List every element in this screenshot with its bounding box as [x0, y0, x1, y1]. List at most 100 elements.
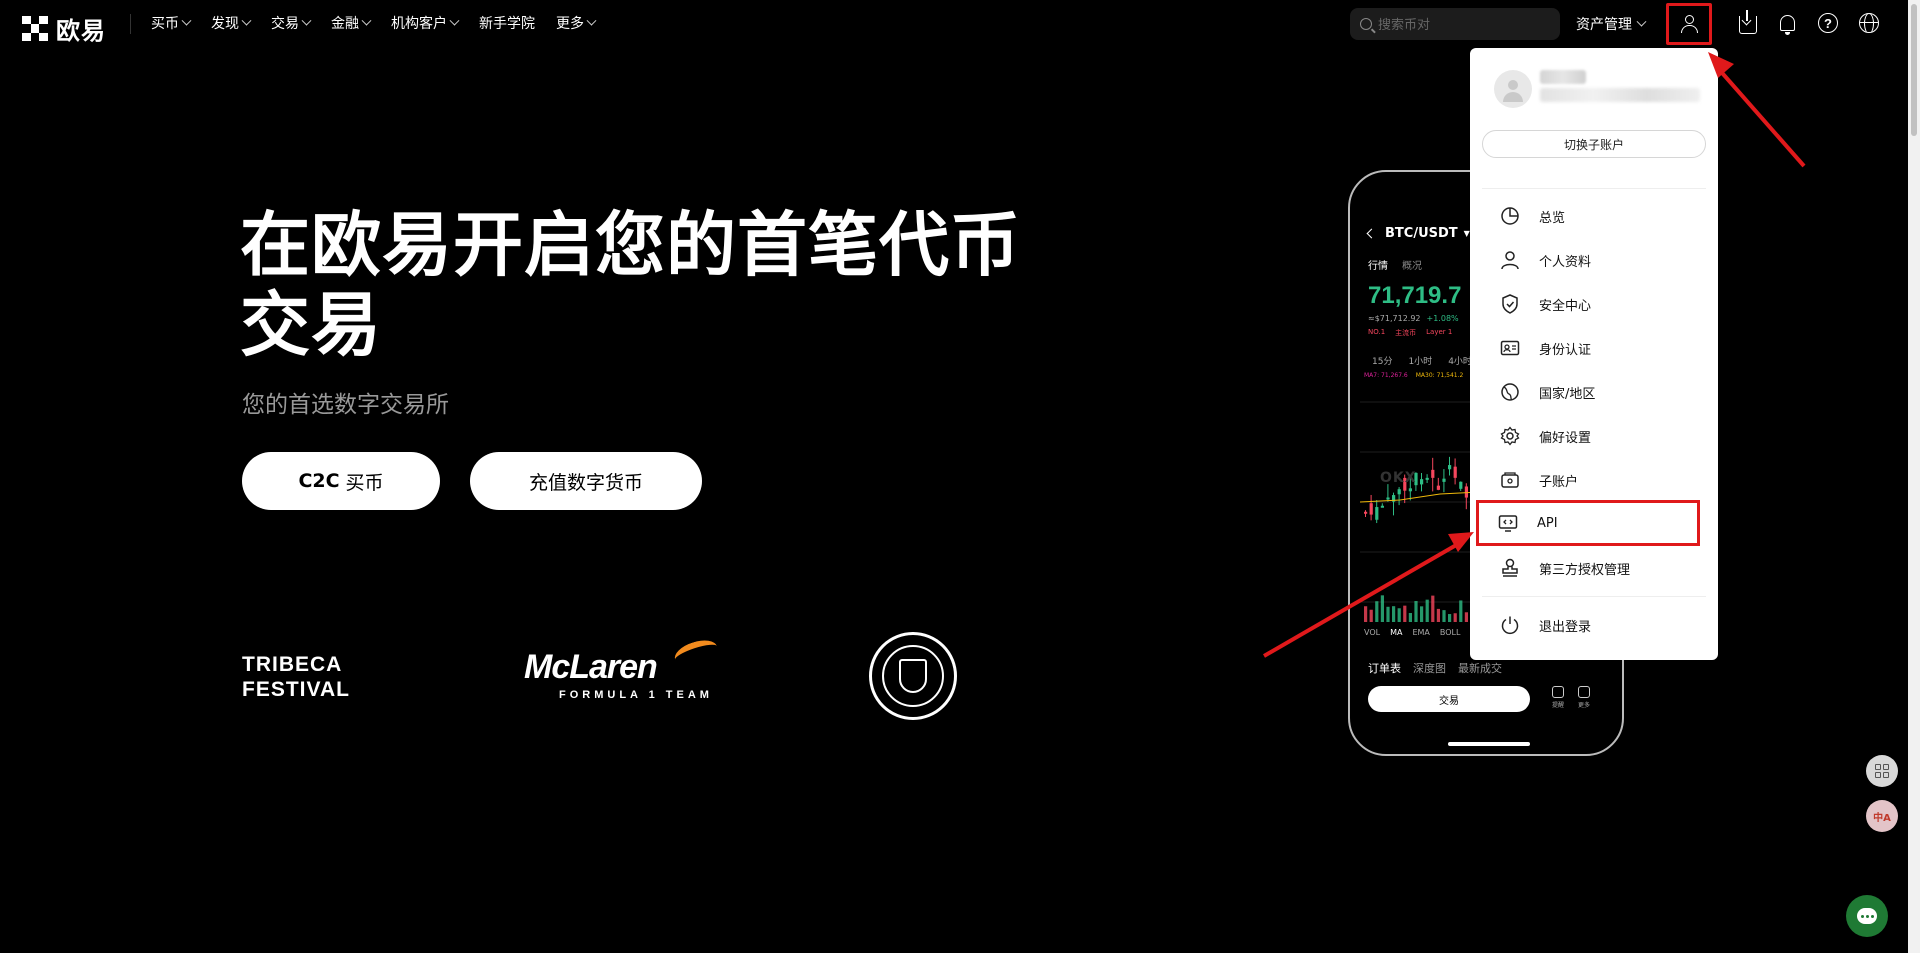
page-scrollbar[interactable]: [1908, 0, 1920, 953]
home-indicator: [1448, 742, 1530, 746]
switch-sub-account-button[interactable]: 切换子账户: [1482, 130, 1706, 158]
help-button[interactable]: ?: [1814, 9, 1842, 37]
asset-management-label: 资产管理: [1576, 17, 1632, 33]
volume-bar: [1369, 609, 1373, 622]
avatar: [1494, 70, 1532, 108]
deposit-crypto-button[interactable]: 充值数字货币: [470, 452, 702, 510]
code-icon: [1497, 512, 1519, 534]
menu-item-api[interactable]: API: [1476, 500, 1700, 546]
volume-bar: [1464, 612, 1468, 622]
search-icon: [1360, 18, 1372, 30]
candle-body: [1369, 503, 1373, 515]
tag: NO.1: [1368, 328, 1386, 336]
menu-item-preferences[interactable]: 偏好设置: [1482, 418, 1706, 454]
mclaren-subtitle: FORMULA 1 TEAM: [559, 689, 713, 701]
download-button[interactable]: [1734, 9, 1762, 37]
menu-item-label: API: [1537, 515, 1558, 531]
menu-item-region[interactable]: 国家/地区: [1482, 374, 1706, 410]
menu-item-security[interactable]: 安全中心: [1482, 286, 1706, 322]
grid-plus-icon: [1875, 764, 1889, 778]
interval: 4小时: [1448, 357, 1472, 367]
volume-bar: [1397, 608, 1401, 622]
tribeca-line-1: TRIBECA: [242, 653, 343, 676]
c2c-buy-button[interactable]: C2C 买币: [242, 452, 440, 510]
nav-item-discover[interactable]: 发现: [211, 13, 252, 33]
fiat-price: ≈$71,712.92: [1368, 314, 1421, 323]
nav-item-label: 交易: [271, 16, 299, 32]
menu-item-label: 国家/地区: [1539, 386, 1596, 402]
interval: 15分: [1372, 357, 1393, 367]
candle-body: [1442, 478, 1446, 482]
menu-item-label: 第三方授权管理: [1539, 562, 1631, 578]
manchester-city-crest: [869, 632, 957, 720]
volume-bar: [1386, 606, 1390, 622]
okx-logo[interactable]: 欧易: [22, 11, 106, 46]
phone-indicators: VOL MA EMA BOLL: [1364, 628, 1460, 637]
indicator: EMA: [1412, 628, 1430, 637]
top-nav: 欧易 买币 发现 交易 金融 机构客户 新手学院 更多 资产管理: [0, 0, 1920, 46]
menu-item-logout[interactable]: 退出登录: [1482, 607, 1706, 643]
download-icon: [1739, 10, 1757, 34]
volume-bar: [1431, 595, 1435, 622]
okx-logo-icon: [22, 15, 48, 42]
phone-more: 更多: [1574, 686, 1594, 709]
volume-bar: [1453, 613, 1457, 622]
back-arrow-icon: [1366, 228, 1377, 239]
menu-item-label: 个人资料: [1539, 254, 1592, 270]
phone-pair-header: BTC/USDT ▼: [1366, 226, 1470, 241]
menu-item-label: 退出登录: [1539, 619, 1592, 635]
chevron-down-icon: [586, 15, 597, 26]
search-input[interactable]: [1378, 16, 1548, 32]
notifications-button[interactable]: [1773, 9, 1801, 37]
indicator: VOL: [1364, 628, 1381, 637]
language-button[interactable]: [1855, 9, 1883, 37]
phone-alert: 提醒: [1548, 686, 1568, 709]
nav-item-institutional[interactable]: 机构客户: [391, 13, 460, 33]
chevron-down-icon: [301, 15, 312, 26]
interval: 1小时: [1408, 357, 1433, 367]
apps-float-button[interactable]: [1866, 755, 1898, 787]
nav-item-label: 发现: [211, 16, 239, 32]
caret-down-icon: ▼: [1463, 229, 1470, 238]
scrollbar-thumb[interactable]: [1911, 4, 1917, 136]
hero-subtitle: 您的首选数字交易所: [242, 392, 449, 418]
nav-item-academy[interactable]: 新手学院: [479, 13, 535, 33]
mini-label: 更多: [1577, 702, 1590, 709]
menu-item-identity-verification[interactable]: 身份认证: [1482, 330, 1706, 366]
main-menu: 买币 发现 交易 金融 机构客户 新手学院 更多: [151, 0, 616, 46]
nav-item-buy-crypto[interactable]: 买币: [151, 13, 192, 33]
menu-item-label: 安全中心: [1539, 298, 1592, 314]
asset-management-menu[interactable]: 资产管理: [1576, 14, 1647, 34]
tribeca-festival-logo: TRIBECA FESTIVAL: [242, 652, 350, 702]
logo-text: 欧易: [56, 17, 106, 45]
globe-icon: [1859, 13, 1879, 33]
nav-item-more[interactable]: 更多: [556, 13, 597, 33]
nav-item-label: 新手学院: [479, 16, 535, 32]
candle-body: [1448, 465, 1452, 470]
phone-fiat-row: ≈$71,712.92 +1.08%: [1368, 314, 1459, 323]
menu-item-third-party-auth[interactable]: 第三方授权管理: [1482, 550, 1706, 586]
volume-bar: [1420, 606, 1424, 622]
candle-body: [1436, 485, 1440, 490]
tribeca-line-2: FESTIVAL: [242, 678, 350, 701]
partner-logos: TRIBECA FESTIVAL McLaren FORMULA 1 TEAM: [242, 630, 982, 720]
support-chat-button[interactable]: [1846, 895, 1888, 937]
volume-bar: [1375, 601, 1379, 622]
divider: [1482, 596, 1706, 597]
menu-item-profile[interactable]: 个人资料: [1482, 242, 1706, 278]
candle-body: [1453, 466, 1457, 478]
language-float-button[interactable]: 中A: [1866, 800, 1898, 832]
candle-body: [1386, 497, 1390, 500]
nav-item-trade[interactable]: 交易: [271, 13, 312, 33]
blurred-username: [1540, 70, 1586, 84]
user-account-button[interactable]: [1666, 3, 1712, 45]
candle-body: [1380, 505, 1384, 508]
gear-icon: [1499, 425, 1521, 447]
candle-body: [1425, 477, 1429, 480]
divider: [1482, 188, 1706, 189]
nav-item-finance[interactable]: 金融: [331, 13, 372, 33]
menu-item-overview[interactable]: 总览: [1482, 198, 1706, 234]
bell-icon: [1779, 15, 1795, 35]
help-icon: ?: [1818, 13, 1838, 33]
menu-item-sub-account[interactable]: 子账户: [1482, 462, 1706, 498]
